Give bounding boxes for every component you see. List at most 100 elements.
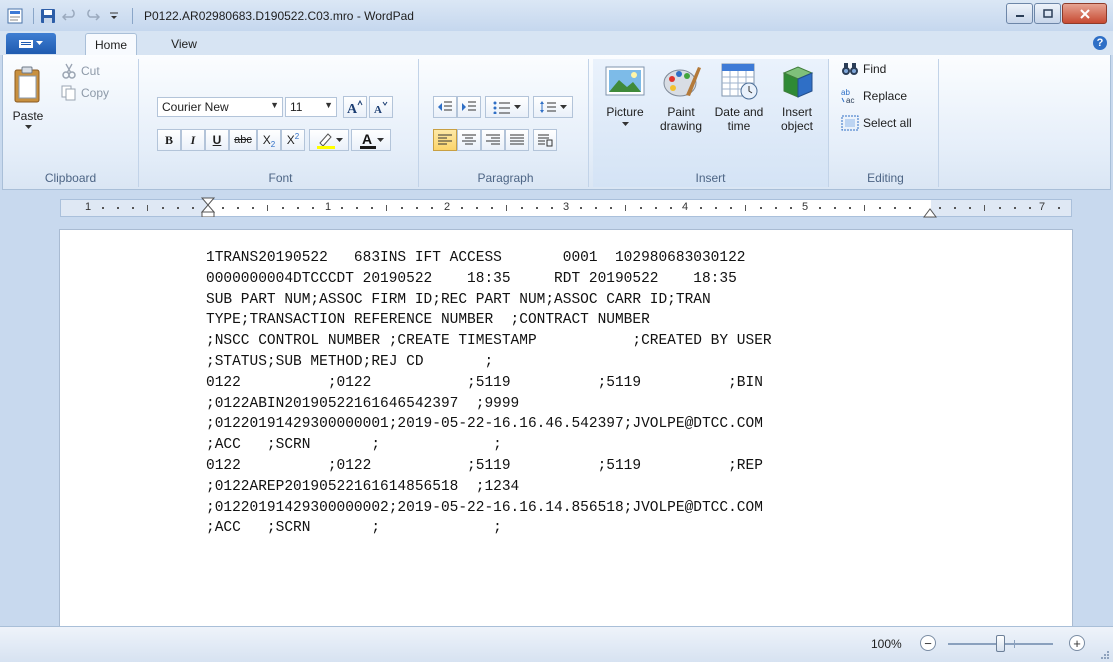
document-line[interactable]: TYPE;TRANSACTION REFERENCE NUMBER ;CONTR…: [206, 310, 772, 331]
document-line[interactable]: ;0122AREP20190522161614856518 ;1234: [206, 477, 772, 498]
document-page[interactable]: 1TRANS20190522 683INS IFT ACCESS 0001 10…: [60, 230, 1072, 626]
font-size-combo[interactable]: 11 ▼: [285, 97, 337, 117]
find-button[interactable]: Find: [841, 59, 886, 79]
select-all-button[interactable]: Select all: [841, 113, 912, 133]
superscript-mark: 2: [294, 131, 300, 141]
tab-home[interactable]: Home: [85, 33, 137, 56]
document-line[interactable]: ;01220191429300000002;2019-05-22-16.16.1…: [206, 498, 772, 519]
chevron-down-icon: [335, 137, 343, 142]
window-controls: [1005, 3, 1107, 24]
wordpad-app-icon[interactable]: [6, 7, 24, 25]
chevron-down-icon: [560, 104, 567, 109]
insert-group: Picture Paint drawing Date and time Inse…: [593, 59, 829, 187]
document-line[interactable]: 0000000004DTCCCDT 20190522 18:35 RDT 201…: [206, 269, 772, 290]
ruler-dot: [730, 207, 732, 209]
chevron-down-icon[interactable]: [24, 125, 32, 130]
highlight-color-button[interactable]: [309, 129, 349, 151]
tab-view[interactable]: View: [164, 33, 204, 55]
chevron-down-icon: [376, 137, 384, 142]
document-line[interactable]: ;STATUS;SUB METHOD;REJ CD ;: [206, 352, 772, 373]
copy-icon: [61, 85, 76, 101]
strikethrough-button[interactable]: abc: [229, 129, 257, 151]
line-spacing-button[interactable]: [533, 96, 573, 118]
font-family-value: Courier New: [162, 100, 229, 114]
zoom-slider-thumb[interactable]: [996, 635, 1005, 652]
resize-grip-icon[interactable]: [1100, 650, 1110, 660]
grow-font-button[interactable]: A: [343, 96, 367, 118]
align-left-button[interactable]: [433, 129, 457, 151]
ruler-tick: [864, 205, 865, 211]
copy-button[interactable]: Copy: [61, 83, 109, 103]
font-group-label: Font: [268, 171, 293, 185]
document-line[interactable]: ;ACC ;SCRN ; ;: [206, 435, 772, 456]
document-line[interactable]: 1TRANS20190522 683INS IFT ACCESS 0001 10…: [206, 248, 772, 269]
decrease-indent-button[interactable]: [433, 96, 457, 118]
align-right-button[interactable]: [481, 129, 505, 151]
subscript-label: X: [262, 133, 271, 147]
underline-button[interactable]: U: [205, 129, 229, 151]
document-area: 1TRANS20190522 683INS IFT ACCESS 0001 10…: [0, 226, 1113, 626]
select-all-label: Select all: [863, 116, 912, 130]
minimize-button[interactable]: [1006, 3, 1033, 24]
align-center-button[interactable]: [457, 129, 481, 151]
superscript-button[interactable]: X2: [281, 129, 305, 151]
application-menu-button[interactable]: [6, 33, 56, 54]
document-line[interactable]: ;ACC ;SCRN ; ;: [206, 518, 772, 539]
date-and-time-button[interactable]: Date and time: [709, 61, 769, 157]
save-icon[interactable]: [39, 7, 57, 25]
right-indent-marker[interactable]: [923, 206, 937, 218]
increase-indent-button[interactable]: [457, 96, 481, 118]
ruler-dot: [282, 207, 284, 209]
ruler[interactable]: 1 1 2 3 4 5 7: [60, 197, 1072, 218]
document-line[interactable]: SUB PART NUM;ASSOC FIRM ID;REC PART NUM;…: [206, 290, 772, 311]
ruler-dot: [894, 207, 896, 209]
ruler-dot: [401, 207, 403, 209]
font-family-combo[interactable]: Courier New ▼: [157, 97, 283, 117]
replace-icon: abac: [841, 88, 854, 104]
ruler-bar: 1 1 2 3 4 5 7: [0, 190, 1113, 226]
svg-text:ac: ac: [846, 96, 854, 104]
justify-button[interactable]: [505, 129, 529, 151]
paragraph-dialog-button[interactable]: [533, 129, 557, 151]
close-icon: [1079, 8, 1090, 19]
replace-button[interactable]: ab ac Replace: [841, 86, 907, 106]
window-title: P0122.AR02980683.D190522.C03.mro - WordP…: [144, 8, 414, 23]
cut-label: Cut: [81, 64, 100, 78]
close-button[interactable]: [1062, 3, 1107, 24]
document-line[interactable]: 0122 ;0122 ;5119 ;5119 ;REP: [206, 456, 772, 477]
bullets-button[interactable]: [485, 96, 529, 118]
subscript-button[interactable]: X2: [257, 129, 281, 151]
ruler-tick: [147, 205, 148, 211]
bold-button[interactable]: B: [157, 129, 181, 151]
help-icon[interactable]: ?: [1093, 36, 1107, 50]
shrink-font-button[interactable]: A: [369, 96, 393, 118]
paint-drawing-button[interactable]: Paint drawing: [653, 61, 709, 157]
first-line-indent-marker[interactable]: [201, 197, 215, 217]
italic-button[interactable]: I: [181, 129, 205, 151]
document-line[interactable]: ;NSCC CONTROL NUMBER ;CREATE TIMESTAMP ;…: [206, 331, 772, 352]
editing-group: Find ab ac Replace Select all Editing: [833, 59, 939, 187]
zoom-out-button[interactable]: −: [920, 635, 936, 651]
document-line[interactable]: ;01220191429300000001;2019-05-22-16.16.4…: [206, 414, 772, 435]
align-center-icon: [462, 134, 476, 145]
ruler-number: 1: [325, 201, 332, 213]
ruler-tick: [386, 205, 387, 211]
redo-icon[interactable]: [83, 7, 101, 25]
document-text[interactable]: 1TRANS20190522 683INS IFT ACCESS 0001 10…: [206, 248, 772, 539]
document-line[interactable]: ;0122ABIN20190522161646542397 ;9999: [206, 394, 772, 415]
undo-icon[interactable]: [61, 7, 79, 25]
paste-button[interactable]: Paste: [7, 59, 49, 155]
cut-button[interactable]: Cut: [61, 61, 100, 81]
maximize-button[interactable]: [1034, 3, 1061, 24]
ruler-dot: [849, 207, 851, 209]
customize-qat-icon[interactable]: [105, 7, 123, 25]
picture-button[interactable]: Picture: [597, 61, 653, 157]
chevron-down-icon: ▼: [324, 100, 333, 110]
insert-object-button[interactable]: Insert object: [769, 61, 825, 157]
ruler-dot: [371, 207, 373, 209]
ruler-dot: [132, 207, 134, 209]
svg-text:A: A: [374, 104, 382, 114]
zoom-in-button[interactable]: +: [1069, 635, 1085, 651]
font-color-button[interactable]: A: [351, 129, 391, 151]
document-line[interactable]: 0122 ;0122 ;5119 ;5119 ;BIN: [206, 373, 772, 394]
